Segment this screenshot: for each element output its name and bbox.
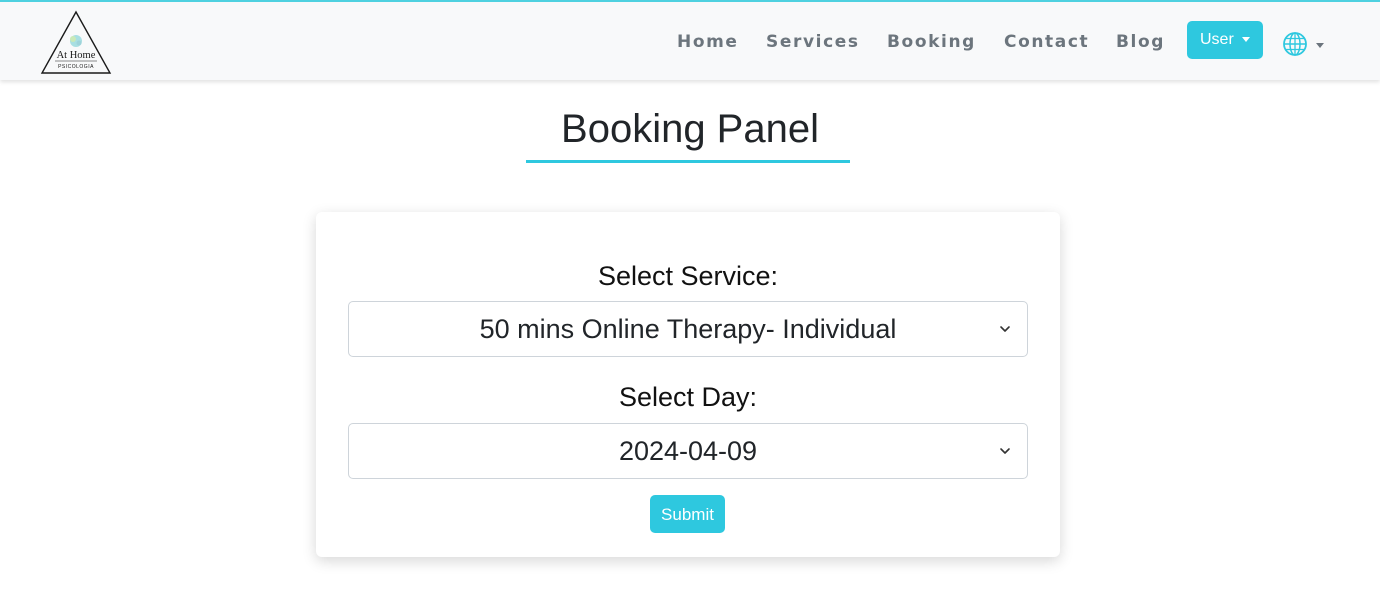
chevron-down-icon — [1000, 326, 1010, 332]
nav-booking-link[interactable]: Booking — [887, 32, 976, 52]
day-label: Select Day: — [618, 382, 758, 412]
page-title: Booking Panel — [561, 107, 819, 151]
caret-down-icon — [1242, 37, 1250, 42]
brand-logo[interactable]: At Home PSICOLOGIA — [40, 10, 112, 76]
globe-icon[interactable] — [1282, 31, 1308, 57]
language-caret-down-icon[interactable] — [1316, 43, 1324, 48]
day-selected-value: 2024-04-09 — [618, 436, 758, 466]
title-underline — [526, 160, 850, 163]
submit-button[interactable]: Submit — [650, 495, 725, 533]
day-select[interactable]: 2024-04-09 — [348, 423, 1028, 479]
nav-contact-link[interactable]: Contact — [1004, 32, 1089, 52]
booking-form-card: Select Service: 50 mins Online Therapy- … — [316, 212, 1060, 557]
service-selected-value: 50 mins Online Therapy- Individual — [479, 314, 897, 344]
user-dropdown-button[interactable]: User — [1187, 21, 1263, 59]
logo-subtext: PSICOLOGIA — [58, 64, 94, 70]
top-navbar: At Home PSICOLOGIA Home Services Booking… — [0, 0, 1380, 80]
nav-services-link[interactable]: Services — [766, 32, 860, 52]
service-select[interactable]: 50 mins Online Therapy- Individual — [348, 301, 1028, 357]
service-label: Select Service: — [597, 261, 779, 291]
logo-text: At Home — [57, 50, 96, 61]
nav-home-link[interactable]: Home — [677, 32, 739, 52]
user-button-label: User — [1200, 31, 1234, 48]
nav-blog-link[interactable]: Blog — [1116, 32, 1165, 52]
chevron-down-icon — [1000, 448, 1010, 454]
